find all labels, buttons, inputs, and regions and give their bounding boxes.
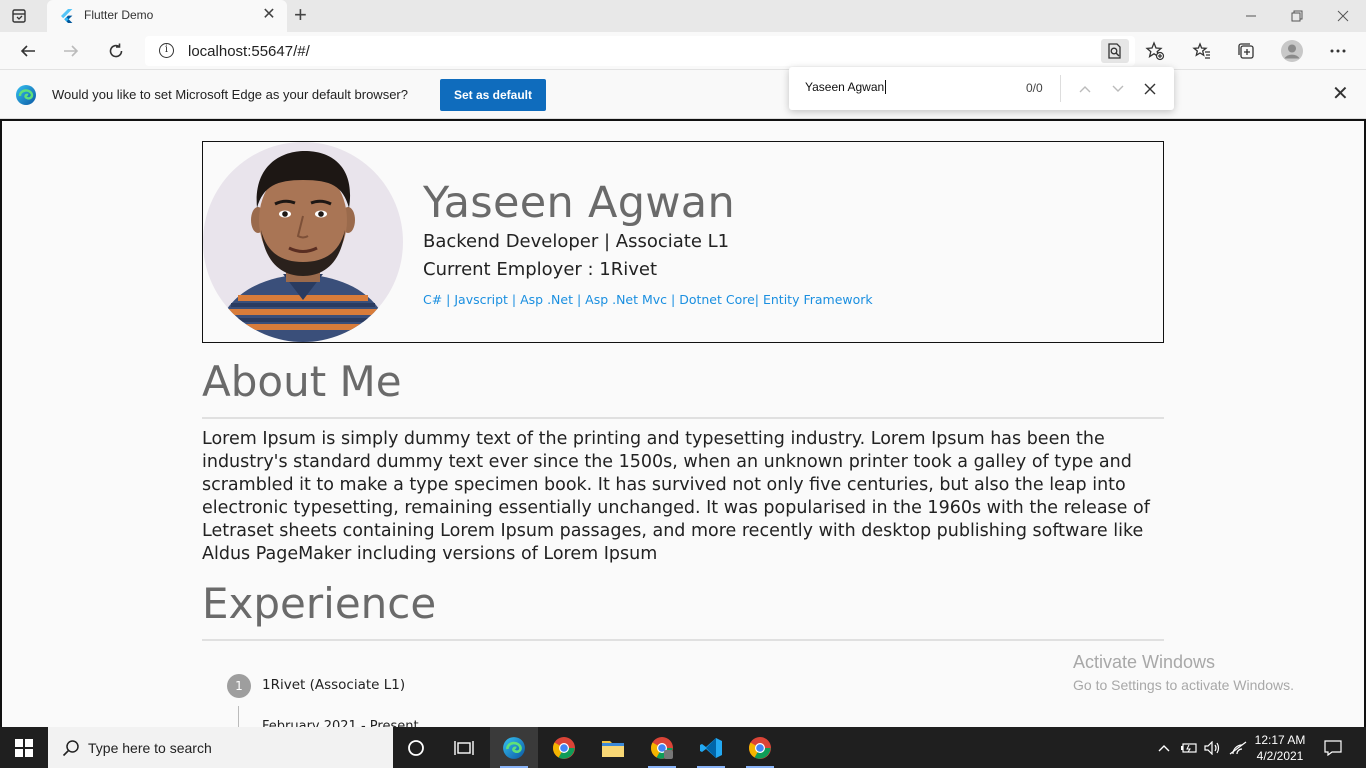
search-placeholder: Type here to search xyxy=(88,740,212,756)
experience-divider xyxy=(202,639,1164,641)
infobar-close-icon[interactable]: ✕ xyxy=(1332,84,1349,104)
find-on-page-icon[interactable] xyxy=(1101,39,1129,63)
notifications-icon[interactable] xyxy=(1318,727,1348,768)
address-bar[interactable]: i localhost:55647/#/ xyxy=(145,36,1135,66)
network-icon[interactable] xyxy=(1227,727,1249,768)
close-window-button[interactable] xyxy=(1320,0,1366,32)
chrome-dev-taskbar-icon[interactable] xyxy=(638,727,686,768)
vscode-taskbar-icon[interactable] xyxy=(687,727,735,768)
activation-watermark-title: Activate Windows xyxy=(1073,652,1216,672)
about-divider xyxy=(202,417,1164,419)
experience-heading: Experience xyxy=(202,579,437,628)
profile-card: Yaseen Agwan Backend Developer | Associa… xyxy=(202,141,1164,343)
clock-date: 4/2/2021 xyxy=(1256,749,1304,763)
chrome-profile-taskbar-icon[interactable] xyxy=(736,727,784,768)
about-heading: About Me xyxy=(202,357,402,406)
find-bar: Yaseen Agwan 0/0 xyxy=(789,67,1174,110)
edge-taskbar-icon[interactable] xyxy=(490,727,538,768)
volume-icon[interactable] xyxy=(1202,727,1224,768)
search-icon xyxy=(62,739,80,762)
taskbar-search-box[interactable]: Type here to search xyxy=(48,727,393,768)
page-viewport: Yaseen Agwan Backend Developer | Associa… xyxy=(0,119,1366,727)
restore-button[interactable] xyxy=(1274,0,1320,32)
collections-icon[interactable] xyxy=(1231,37,1261,65)
experience-connector xyxy=(238,706,239,727)
chrome-taskbar-icon[interactable] xyxy=(540,727,588,768)
profile-avatar-icon[interactable] xyxy=(1277,37,1307,65)
edge-logo-icon xyxy=(15,84,37,106)
taskbar-clock[interactable]: 12:17 AM 4/2/2021 xyxy=(1248,732,1312,764)
tab-close-icon[interactable]: ✕ xyxy=(261,7,277,23)
new-tab-button[interactable]: + xyxy=(294,4,307,26)
tab-actions-icon[interactable] xyxy=(10,7,38,25)
avatar xyxy=(203,142,403,342)
experience-item-title: 1Rivet (Associate L1) xyxy=(262,677,406,693)
find-match-count: 0/0 xyxy=(1026,81,1043,95)
favorites-icon[interactable] xyxy=(1187,37,1217,65)
clock-time: 12:17 AM xyxy=(1254,733,1306,747)
battery-icon[interactable] xyxy=(1178,727,1200,768)
task-view-icon[interactable] xyxy=(440,727,488,768)
settings-more-icon[interactable] xyxy=(1323,37,1353,65)
back-button[interactable] xyxy=(14,37,42,65)
find-next-icon[interactable] xyxy=(1106,77,1130,101)
profile-role: Backend Developer | Associate L1 xyxy=(423,231,730,252)
infobar-message: Would you like to set Microsoft Edge as … xyxy=(52,87,408,102)
set-as-default-button[interactable]: Set as default xyxy=(440,79,546,111)
title-bar: Flutter Demo ✕ + xyxy=(0,0,1366,32)
site-info-icon[interactable]: i xyxy=(159,43,174,58)
taskbar: Type here to search 12:17 AM 4/2/2021 xyxy=(0,727,1366,768)
refresh-button[interactable] xyxy=(102,37,130,65)
show-hidden-icons-icon[interactable] xyxy=(1154,727,1174,768)
find-input[interactable]: Yaseen Agwan xyxy=(805,80,887,94)
browser-toolbar: i localhost:55647/#/ xyxy=(0,32,1366,70)
about-text: Lorem Ipsum is simply dummy text of the … xyxy=(202,429,1150,564)
file-explorer-icon[interactable] xyxy=(589,727,637,768)
profile-skills: C# | Javscript | Asp .Net | Asp .Net Mvc… xyxy=(423,292,873,307)
find-previous-icon[interactable] xyxy=(1073,77,1097,101)
browser-tab[interactable]: Flutter Demo ✕ xyxy=(47,0,287,32)
add-favorite-icon[interactable] xyxy=(1140,37,1170,65)
experience-step-badge: 1 xyxy=(227,674,251,698)
forward-button[interactable] xyxy=(57,37,85,65)
activation-watermark-subtitle: Go to Settings to activate Windows. xyxy=(1073,677,1294,693)
profile-name: Yaseen Agwan xyxy=(423,178,736,228)
flutter-logo-icon xyxy=(59,8,75,24)
minimize-button[interactable] xyxy=(1228,0,1274,32)
tab-title: Flutter Demo xyxy=(84,8,154,22)
experience-item-dates: February 2021 - Present xyxy=(262,719,419,727)
address-url[interactable]: localhost:55647/#/ xyxy=(188,43,310,60)
profile-employer: Current Employer : 1Rivet xyxy=(423,259,658,280)
find-divider xyxy=(1060,75,1061,102)
cortana-icon[interactable] xyxy=(392,727,440,768)
find-close-icon[interactable] xyxy=(1138,77,1162,101)
windows-start-icon[interactable] xyxy=(0,727,48,768)
